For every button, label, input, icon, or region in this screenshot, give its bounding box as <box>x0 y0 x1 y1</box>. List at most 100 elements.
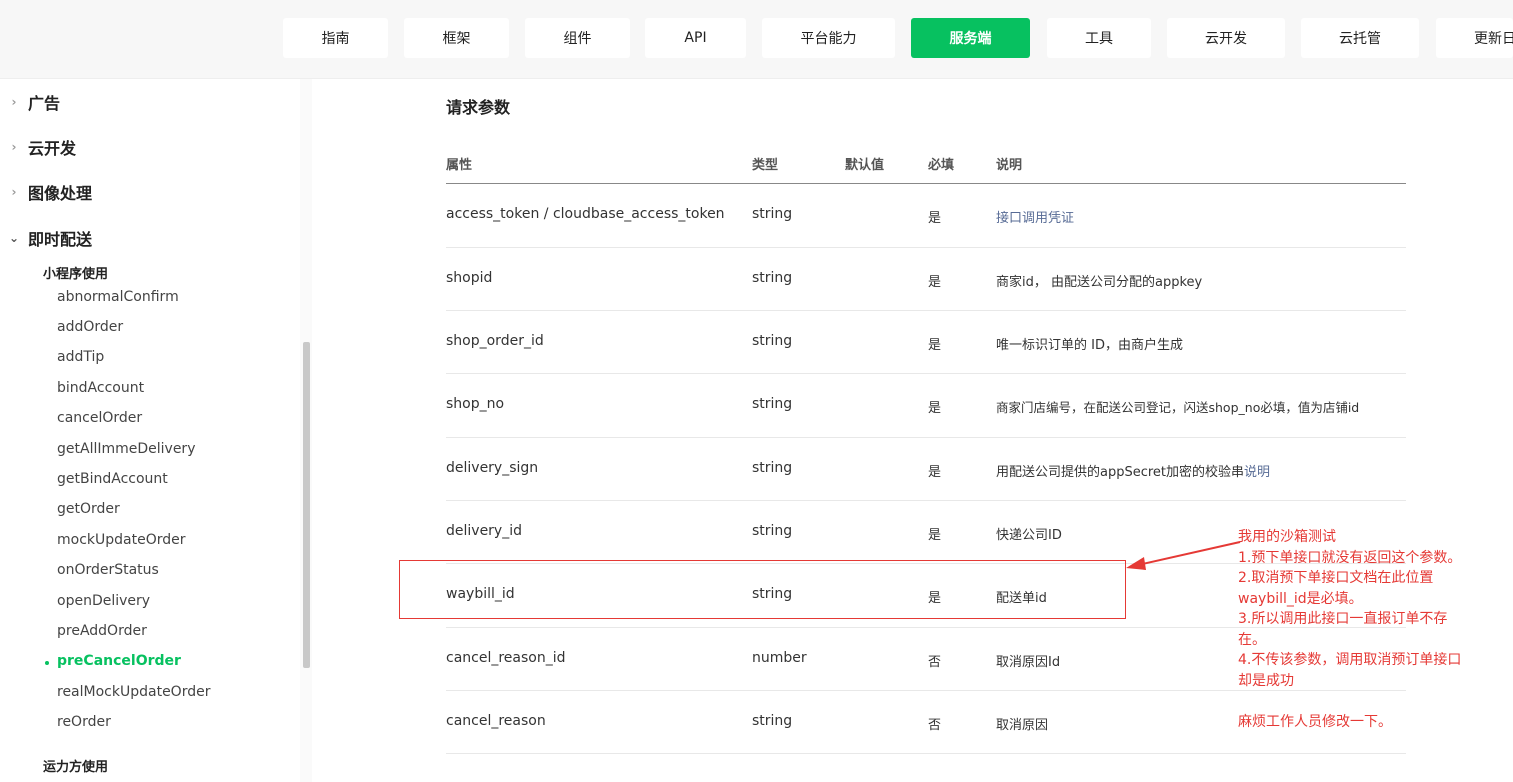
annotation-note: 我用的沙箱测试 1.预下单接口就没有返回这个参数。 2.取消预下单接口文档在此位… <box>1238 527 1508 732</box>
sidebar-item-active[interactable]: preCancelOrder <box>57 653 181 669</box>
cell-desc: 商家门店编号，在配送公司登记，闪送shop_no必填，值为店铺id <box>996 397 1359 416</box>
tab-server[interactable]: 服务端 <box>911 18 1030 58</box>
cell-desc: 商家id， 由配送公司分配的appkey <box>996 271 1202 290</box>
cell-desc: 取消原因 <box>996 714 1048 733</box>
cell-required: 是 <box>928 211 942 226</box>
sidebar-item[interactable]: abnormalConfirm <box>57 289 179 305</box>
sidebar-subgroup-miniprogram: 小程序使用 <box>43 267 109 282</box>
cell-desc: 用配送公司提供的appSecret加密的校验串说明 <box>996 461 1270 480</box>
chevron-right-icon: › <box>11 140 17 154</box>
cell-desc: 取消原因Id <box>996 651 1060 670</box>
cell-type: string <box>752 270 793 286</box>
sidebar-item[interactable]: addTip <box>57 349 104 365</box>
cell-required: 是 <box>928 338 942 353</box>
sidebar-category-label: 广告 <box>28 94 61 113</box>
sidebar-category-image[interactable]: › 图像处理 <box>0 181 93 203</box>
tab-platform-capabilities[interactable]: 平台能力 <box>762 18 895 58</box>
annotation-line: 在。 <box>1238 631 1266 648</box>
chevron-right-icon: › <box>11 95 17 109</box>
tab-api[interactable]: API <box>645 18 746 58</box>
cell-desc-text: 取消原因 <box>996 718 1049 733</box>
cell-attr: access_token / cloudbase_access_token <box>446 206 725 222</box>
sidebar-item[interactable]: reOrder <box>57 714 111 730</box>
cell-type: string <box>752 460 793 476</box>
cell-required: 是 <box>928 401 942 416</box>
sidebar-item[interactable]: getBindAccount <box>57 471 168 487</box>
sidebar-category-delivery[interactable]: ⌄ 即时配送 <box>0 227 92 249</box>
tab-changelog[interactable]: 更新日 <box>1436 18 1513 58</box>
cell-desc-text: 商家门店编号，在配送公司登记，闪送shop_no必填，值为店铺id <box>996 400 1360 415</box>
tab-components[interactable]: 组件 <box>525 18 630 58</box>
sidebar-item[interactable]: bindAccount <box>57 380 144 396</box>
tab-guide[interactable]: 指南 <box>283 18 388 58</box>
active-dot-icon <box>45 661 49 665</box>
sidebar-item[interactable]: addOrder <box>57 319 123 335</box>
cell-attr: shop_no <box>446 396 505 412</box>
cell-required: 否 <box>928 718 942 733</box>
cell-desc: 唯一标识订单的 ID，由商户生成 <box>996 334 1183 353</box>
annotation-line: waybill_id是必填。 <box>1238 590 1363 607</box>
sidebar-category-label: 图像处理 <box>28 184 93 203</box>
sidebar-scrollbar[interactable] <box>303 342 310 668</box>
annotation-highlight-box <box>399 560 1126 619</box>
cell-type: string <box>752 206 793 222</box>
cell-attr: shop_order_id <box>446 333 544 349</box>
row-divider <box>446 500 1406 501</box>
sidebar-item[interactable]: onOrderStatus <box>57 562 159 578</box>
cell-desc: 接口调用凭证 <box>996 207 1074 226</box>
row-divider <box>446 310 1406 311</box>
cell-required: 是 <box>928 528 942 543</box>
row-divider <box>446 753 1406 754</box>
explain-link[interactable]: 说明 <box>1244 465 1270 480</box>
tab-cloud-dev[interactable]: 云开发 <box>1167 18 1285 58</box>
annotation-line: 麻烦工作人员修改一下。 <box>1238 713 1392 730</box>
cell-required: 是 <box>928 275 942 290</box>
sidebar-category-label: 云开发 <box>28 139 77 158</box>
chevron-right-icon: › <box>11 185 17 199</box>
sidebar: › 广告 › 云开发 › 图像处理 ⌄ 即时配送 小程序使用 abnormalC… <box>0 79 300 782</box>
sidebar-item[interactable]: cancelOrder <box>57 410 142 426</box>
table-header-desc: 说明 <box>996 158 1023 173</box>
section-title: 请求参数 <box>446 98 511 117</box>
cell-desc-text: 取消原因Id <box>996 655 1061 670</box>
sidebar-category-label: 即时配送 <box>28 230 93 249</box>
annotation-line: 3.所以调用此接口一直报订单不存 <box>1238 611 1448 627</box>
annotation-line: 我用的沙箱测试 <box>1238 529 1336 545</box>
cell-desc-text: 商家id， 由配送公司分配的appkey <box>996 275 1203 290</box>
cell-attr: cancel_reason_id <box>446 650 566 666</box>
annotation-line <box>1238 691 1508 712</box>
sidebar-item[interactable]: realMockUpdateOrder <box>57 684 210 700</box>
table-header-type: 类型 <box>752 158 779 173</box>
tab-cloud-hosting[interactable]: 云托管 <box>1301 18 1419 58</box>
tab-tools[interactable]: 工具 <box>1047 18 1151 58</box>
cell-type: string <box>752 396 793 412</box>
top-nav: 指南 框架 组件 API 平台能力 服务端 工具 云开发 云托管 更新日 <box>0 0 1513 79</box>
sidebar-item[interactable]: openDelivery <box>57 593 150 609</box>
tab-framework[interactable]: 框架 <box>404 18 509 58</box>
table-header-required: 必填 <box>928 158 955 173</box>
cell-attr: delivery_id <box>446 523 522 539</box>
row-divider <box>446 437 1406 438</box>
cell-required: 是 <box>928 465 942 480</box>
cell-type: string <box>752 713 793 729</box>
sidebar-item[interactable]: getOrder <box>57 501 120 517</box>
cell-type: number <box>752 650 807 666</box>
row-divider <box>446 247 1406 248</box>
sidebar-item[interactable]: getAllImmeDelivery <box>57 441 195 457</box>
sidebar-category-cloud-dev[interactable]: › 云开发 <box>0 136 77 158</box>
annotation-line: 4.不传该参数，调用取消预订单接口 <box>1238 652 1462 668</box>
sidebar-category-ads[interactable]: › 广告 <box>0 91 61 113</box>
annotation-line: 2.取消预下单接口文档在此位置 <box>1238 570 1434 586</box>
sidebar-item[interactable]: preAddOrder <box>57 623 147 639</box>
table-header-divider <box>446 183 1406 184</box>
cell-attr: delivery_sign <box>446 460 539 476</box>
cell-desc-text: 快递公司ID <box>996 528 1062 543</box>
cell-desc-text: 用配送公司提供的appSecret加密的校验串 <box>996 465 1245 480</box>
cell-type: string <box>752 333 793 349</box>
cell-required: 否 <box>928 655 942 670</box>
sidebar-subgroup-carrier: 运力方使用 <box>43 760 109 775</box>
sidebar-item[interactable]: mockUpdateOrder <box>57 532 186 548</box>
cell-type: string <box>752 523 793 539</box>
doc-link[interactable]: 接口调用凭证 <box>996 211 1074 226</box>
table-header-default: 默认值 <box>845 158 885 173</box>
